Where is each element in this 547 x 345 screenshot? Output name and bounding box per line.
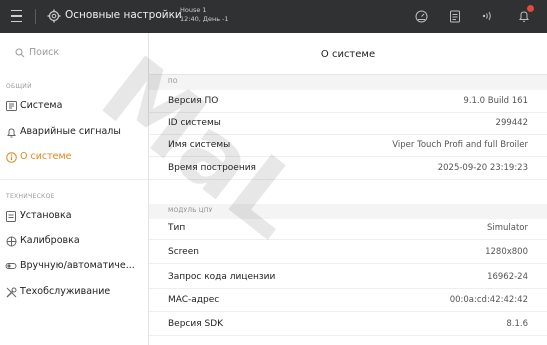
info-row: Запрос кода лицензии 16962-24 <box>149 267 547 289</box>
notification-badge <box>527 5 534 12</box>
sidebar-item-label: Система <box>20 100 63 111</box>
gear-icon <box>45 7 63 25</box>
info-icon <box>5 151 17 163</box>
manual-auto-icon <box>5 260 17 272</box>
info-row-value: Viper Touch Profi and full Broiler <box>392 140 528 150</box>
top-bar: Основные настройки House 1 12:40, День -… <box>0 0 547 33</box>
info-row-value: 8.1.6 <box>506 319 528 329</box>
house-name: House 1 <box>180 6 207 14</box>
section-general-header: ОБЩИЙ <box>6 83 32 90</box>
maintenance-icon <box>5 286 17 298</box>
group-header-cpu: МОДУЛЬ ЦПУ <box>149 204 547 219</box>
sidebar-item-install[interactable]: Установка <box>0 206 148 226</box>
sidebar-item-system[interactable]: Система <box>0 96 148 116</box>
house-day: 12:40, День -1 <box>180 15 229 23</box>
sidebar-item-calibration[interactable]: Калибровка <box>0 231 148 251</box>
info-row-value: 16962-24 <box>487 272 528 282</box>
sidebar-item-manual-auto[interactable]: Вручную/автоматиче... <box>0 256 148 276</box>
info-row: ID системы 299442 <box>149 113 547 135</box>
info-row-label: Запрос кода лицензии <box>168 272 276 282</box>
info-row: Тип Simulator <box>149 218 547 240</box>
info-row-label: Имя системы <box>168 140 231 150</box>
document-icon[interactable] <box>446 7 464 25</box>
sidebar-item-label: О системе <box>20 151 72 162</box>
settings-title: Основные настройки <box>65 9 182 21</box>
info-row-label: Время построения <box>168 163 256 173</box>
info-row: Screen 1280x800 <box>149 242 547 264</box>
info-row-value: 2025-09-20 23:19:23 <box>437 163 528 173</box>
sidebar-item-label: Калибровка <box>20 235 80 246</box>
info-row-label: Screen <box>168 247 199 257</box>
sidebar-item-label: Вручную/автоматиче... <box>20 260 135 271</box>
section-technical-header: ТЕХНИЧЕСКОЕ <box>6 193 55 200</box>
sidebar: Поиск ОБЩИЙ Система Аварийные сигналы О … <box>0 33 149 345</box>
info-row-value: 1280x800 <box>485 247 528 257</box>
info-row-label: Версия SDK <box>168 319 224 329</box>
system-icon <box>5 100 17 112</box>
dashboard-icon[interactable] <box>412 7 430 25</box>
signal-icon[interactable] <box>478 7 496 25</box>
menu-icon[interactable] <box>6 6 26 26</box>
info-row: Время построения 2025-09-20 23:19:23 <box>149 158 547 180</box>
sidebar-divider <box>0 179 148 180</box>
info-row: Версия SDK 8.1.6 <box>149 314 547 336</box>
info-row-value: 299442 <box>495 118 528 128</box>
info-row-label: Версия ПО <box>168 96 219 106</box>
info-row-value: 00:0a:cd:42:42:42 <box>449 295 528 305</box>
info-row: MAC-адрес 00:0a:cd:42:42:42 <box>149 290 547 312</box>
house-info[interactable]: House 1 12:40, День -1 <box>180 6 229 24</box>
info-row-value: Simulator <box>486 223 528 233</box>
info-row: Версия ПО 9.1.0 Build 161 <box>149 91 547 113</box>
sidebar-item-label: Установка <box>20 210 72 221</box>
page-title: О системе <box>320 49 376 60</box>
alarm-icon <box>5 126 17 138</box>
info-row: Имя системы Viper Touch Profi and full B… <box>149 135 547 157</box>
calibration-icon <box>5 235 17 247</box>
group-header-label: ПО <box>168 78 178 85</box>
group-header-software: ПО <box>149 75 547 90</box>
search-box[interactable]: Поиск <box>0 45 148 61</box>
sidebar-item-about[interactable]: О системе <box>0 147 148 167</box>
install-icon <box>5 210 17 222</box>
info-row-value: 9.1.0 Build 161 <box>463 96 528 106</box>
info-row-label: Тип <box>168 223 186 233</box>
group-header-label: МОДУЛЬ ЦПУ <box>168 207 213 214</box>
sidebar-item-alarms[interactable]: Аварийные сигналы <box>0 122 148 142</box>
search-icon <box>15 48 25 58</box>
info-row-label: MAC-адрес <box>168 295 220 305</box>
search-input[interactable]: Поиск <box>29 47 59 58</box>
sidebar-item-maintenance[interactable]: Техобслуживание <box>0 282 148 302</box>
sidebar-item-label: Техобслуживание <box>20 286 111 297</box>
main-panel: О системе ПО Версия ПО 9.1.0 Build 161 I… <box>149 33 547 345</box>
sidebar-item-label: Аварийные сигналы <box>20 126 121 137</box>
info-row-label: ID системы <box>168 118 221 128</box>
topbar-divider <box>35 9 36 24</box>
